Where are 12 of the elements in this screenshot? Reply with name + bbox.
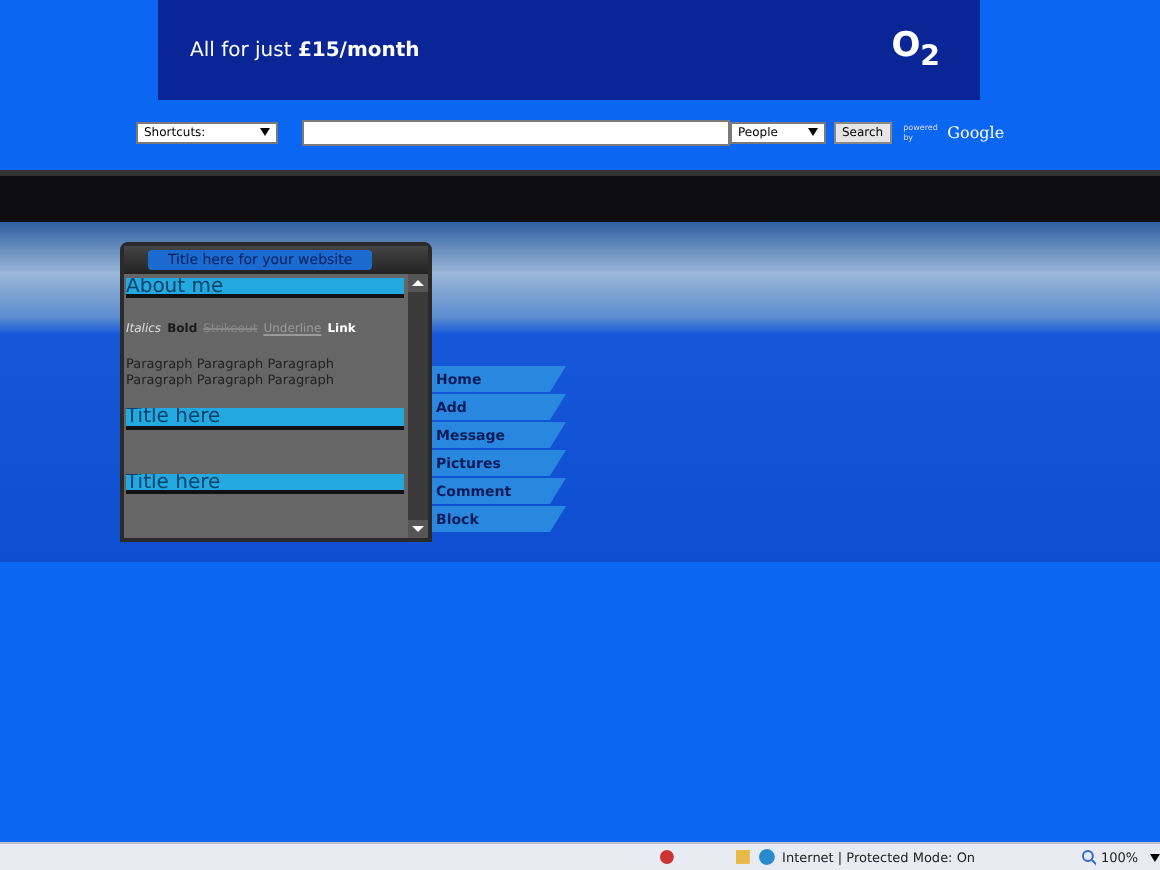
advertisement-banner[interactable]: All for just £15/month O$_{2}$ — [158, 0, 980, 100]
magnifier-icon[interactable] — [1079, 848, 1097, 866]
scroll-up-icon[interactable] — [408, 274, 428, 292]
brand-text: Google — [947, 123, 1005, 141]
caret-icon — [808, 128, 818, 136]
scroll-down-icon[interactable] — [408, 520, 428, 538]
banner-text: All for just £15/month — [190, 39, 420, 61]
caret-icon — [1150, 853, 1160, 861]
search-field[interactable] — [302, 119, 730, 145]
caret-icon — [260, 128, 270, 136]
logo: O$_{2}$ — [891, 26, 940, 74]
scrollbar[interactable] — [408, 274, 428, 538]
